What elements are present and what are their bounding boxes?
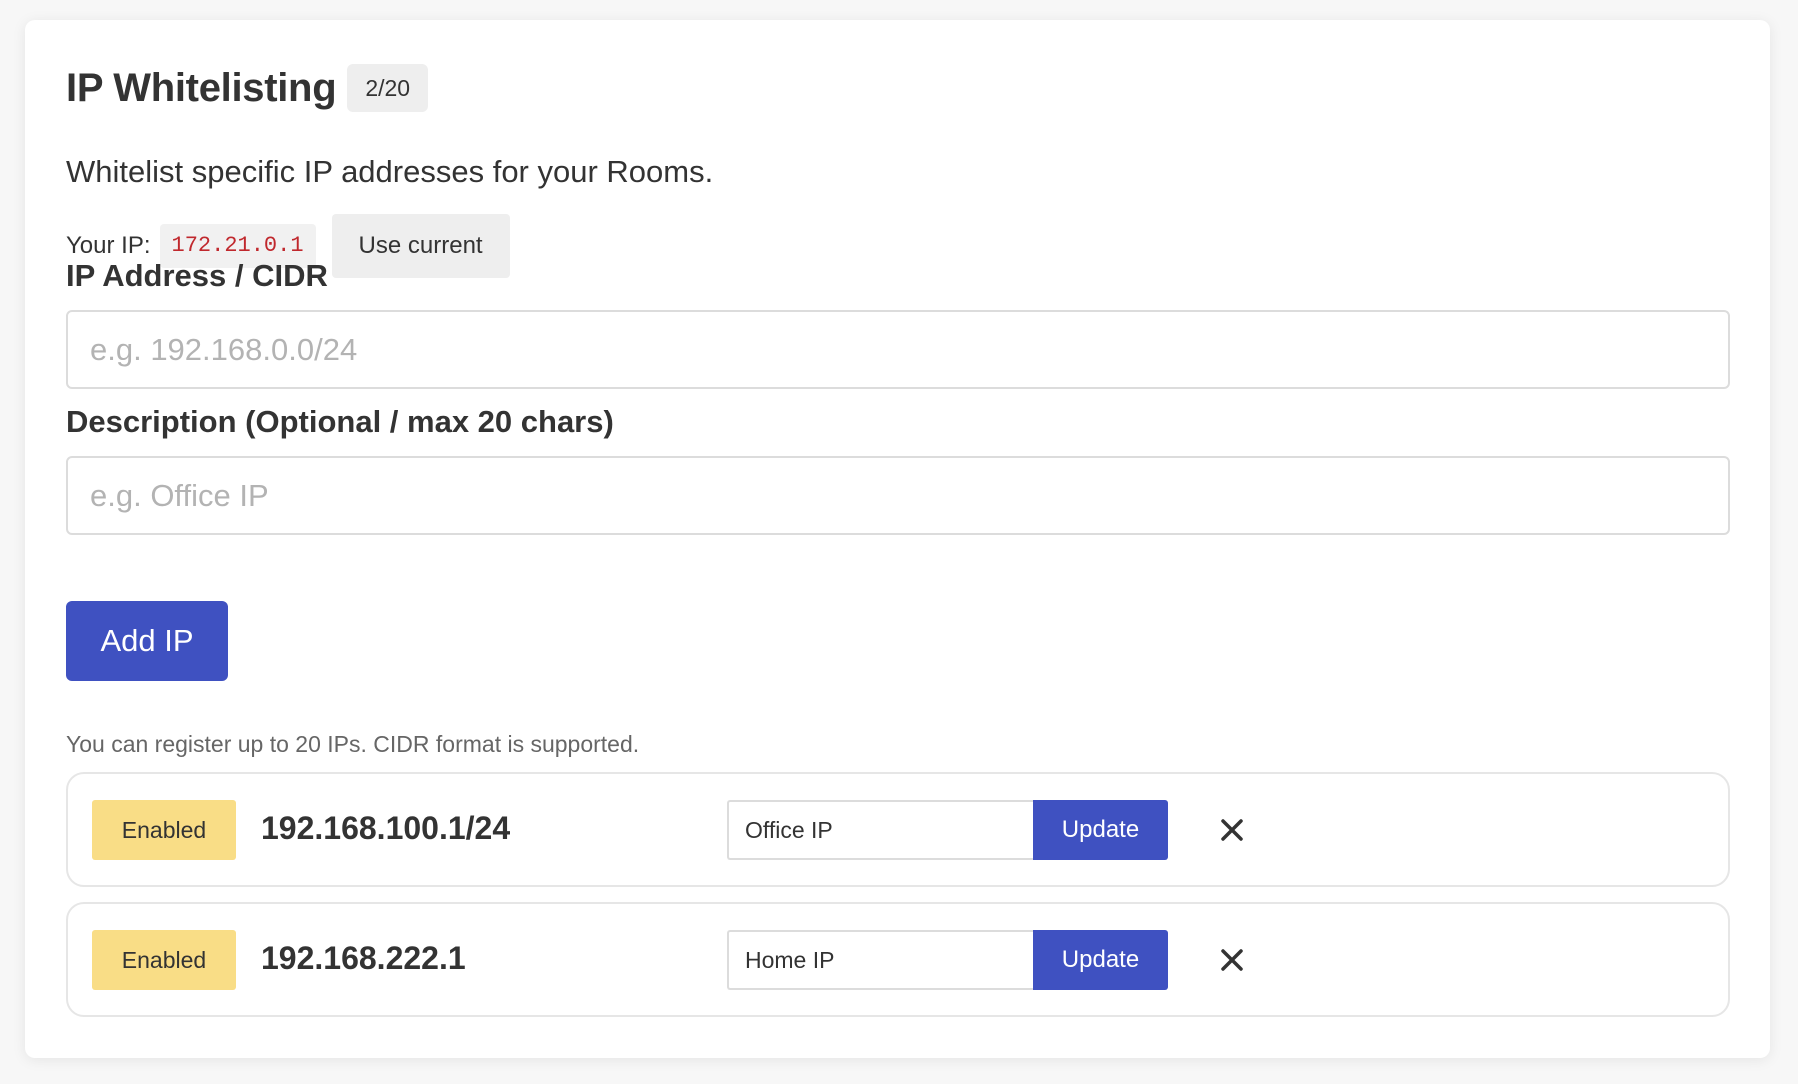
description-label: Description (Optional / max 20 chars): [66, 404, 614, 439]
ip-address-input[interactable]: [66, 310, 1730, 389]
description-input[interactable]: [66, 456, 1730, 535]
delete-entry-button[interactable]: [1212, 810, 1252, 850]
title-row: IP Whitelisting 2/20: [66, 64, 429, 112]
ip-whitelisting-card: IP Whitelisting 2/20 Whitelist specific …: [25, 20, 1770, 1058]
close-icon: [1221, 819, 1243, 841]
delete-entry-button[interactable]: [1212, 940, 1252, 980]
ip-entry-description-input[interactable]: [727, 800, 1033, 860]
close-icon: [1221, 949, 1243, 971]
count-badge: 2/20: [347, 64, 429, 112]
help-text: You can register up to 20 IPs. CIDR form…: [66, 731, 640, 757]
page-title: IP Whitelisting: [66, 65, 337, 110]
ip-address-label: IP Address / CIDR: [66, 258, 328, 293]
ip-entry-row: Enabled 192.168.222.1 Update: [66, 902, 1730, 1017]
ip-entry-row: Enabled 192.168.100.1/24 Update: [66, 772, 1730, 887]
ip-entry-address: 192.168.222.1: [261, 940, 466, 976]
use-current-button[interactable]: Use current: [331, 214, 510, 278]
ip-entry-address: 192.168.100.1/24: [261, 810, 511, 846]
current-ip-label: Your IP:: [66, 232, 151, 259]
update-button[interactable]: Update: [1033, 930, 1168, 990]
status-badge: Enabled: [92, 930, 236, 990]
ip-entry-description-input[interactable]: [727, 930, 1033, 990]
update-button[interactable]: Update: [1033, 800, 1168, 860]
add-ip-button[interactable]: Add IP: [66, 601, 228, 681]
status-badge: Enabled: [92, 800, 236, 860]
page-subtitle: Whitelist specific IP addresses for your…: [66, 154, 714, 189]
